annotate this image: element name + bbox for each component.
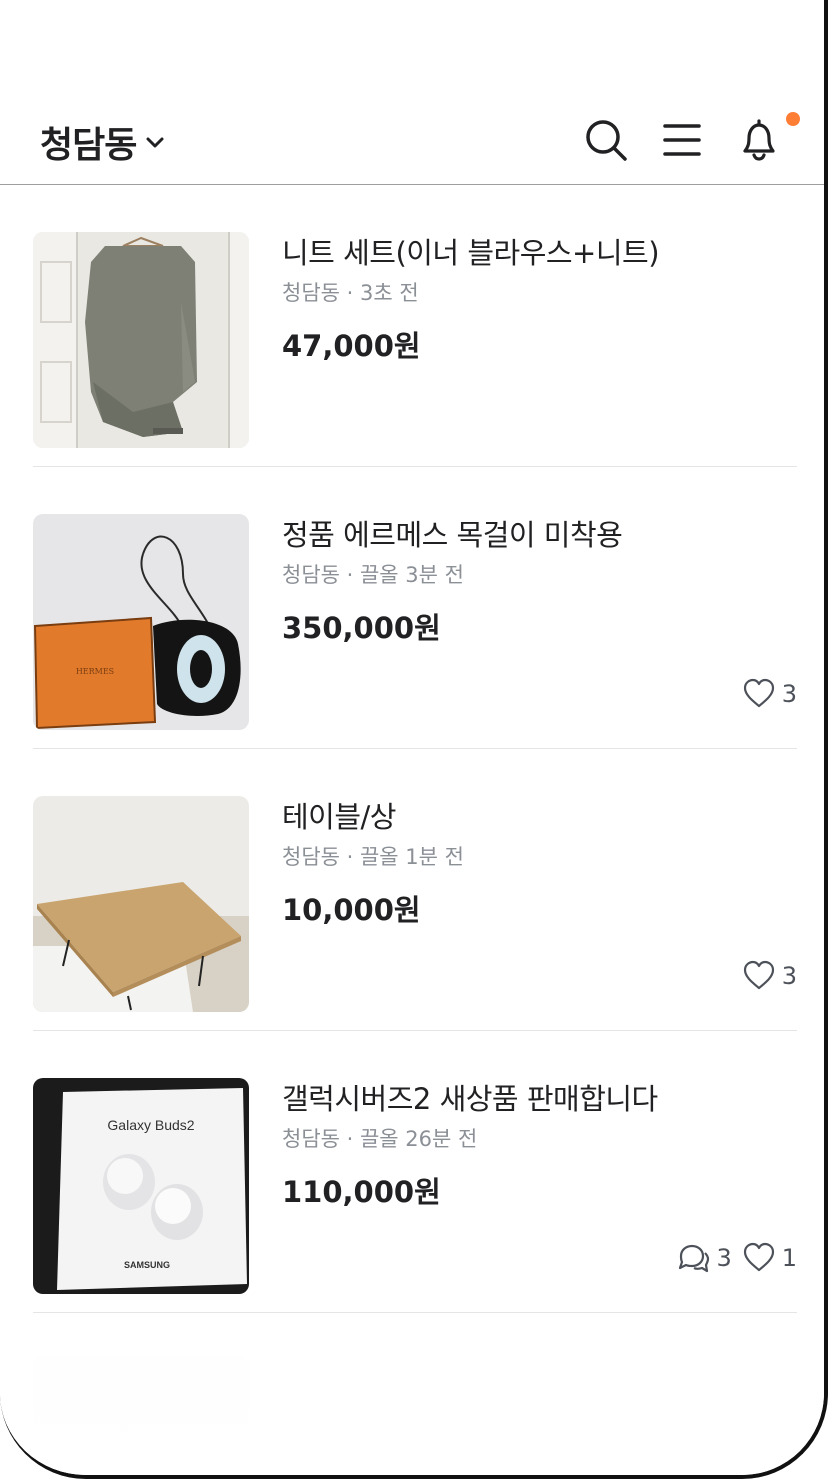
list-item[interactable]: 테이블/상 청담동 · 끌올 1분 전 10,000원 3	[33, 749, 797, 1031]
product-thumbnail: Galaxy Buds2 SAMSUNG	[33, 1078, 249, 1294]
like-count-value: 1	[781, 1244, 797, 1272]
chat-bubble-icon	[679, 1244, 710, 1273]
item-price: 350,000원	[282, 611, 441, 645]
item-price: 47,000원	[282, 329, 421, 363]
heart-icon	[743, 678, 774, 708]
svg-text:HERMES: HERMES	[76, 667, 114, 676]
item-title: 테이블/상	[282, 800, 397, 834]
item-price: 110,000원	[282, 1175, 441, 1209]
like-count-value: 3	[781, 680, 797, 708]
heart-icon	[743, 960, 774, 990]
product-thumbnail: HERMES	[33, 514, 249, 730]
like-count: 1	[742, 1241, 797, 1275]
product-thumbnail	[33, 796, 249, 1012]
bell-icon[interactable]	[737, 118, 781, 162]
chat-count: 3	[676, 1241, 732, 1275]
thumb-brand-text: Galaxy Buds2	[107, 1117, 194, 1133]
location-selector[interactable]: 청담동	[40, 116, 166, 168]
item-title: 니트 세트(이너 블라우스+니트)	[282, 236, 660, 270]
thumb-maker-text: SAMSUNG	[124, 1260, 170, 1270]
item-title: 정품 에르메스 목걸이 미착용	[282, 518, 623, 552]
list-item[interactable]: 니트 세트(이너 블라우스+니트) 청담동 · 3초 전 47,000원	[33, 185, 797, 467]
menu-icon[interactable]	[660, 118, 704, 162]
top-app-bar: 청담동	[0, 96, 824, 185]
item-counts: 3	[742, 959, 797, 993]
list-item[interactable]: HERMES 정품 에르메스 목걸이 미착용 청담동 · 끌올 3분 전 350…	[33, 467, 797, 749]
item-counts: 3	[742, 677, 797, 711]
item-title: 갤럭시버즈2 새상품 판매합니다	[282, 1082, 658, 1116]
heart-icon	[743, 1242, 774, 1272]
item-meta: 청담동 · 끌올 1분 전	[282, 845, 464, 869]
notification-badge	[786, 112, 800, 126]
search-icon[interactable]	[584, 118, 628, 162]
list-item[interactable]: Galaxy Buds2 SAMSUNG 갤럭시버즈2 새상품 판매합니다 청담…	[33, 1031, 797, 1313]
like-count: 3	[742, 959, 797, 993]
chevron-down-icon	[146, 137, 164, 148]
like-count-value: 3	[781, 962, 797, 990]
item-meta: 청담동 · 끌올 26분 전	[282, 1127, 478, 1151]
location-label: 청담동	[40, 125, 137, 166]
product-thumbnail	[33, 232, 249, 448]
phone-frame: 청담동 니트 세트(이너 블라우스+니트) 청담동 · 3초 전 47,000원…	[0, 0, 828, 1479]
like-count: 3	[742, 677, 797, 711]
item-meta: 청담동 · 끌올 3분 전	[282, 563, 464, 587]
item-counts: 3 1	[676, 1241, 797, 1275]
bottom-fade-overlay	[0, 1330, 824, 1475]
chat-count-value: 3	[716, 1244, 732, 1272]
item-meta: 청담동 · 3초 전	[282, 281, 419, 305]
item-price: 10,000원	[282, 893, 421, 927]
